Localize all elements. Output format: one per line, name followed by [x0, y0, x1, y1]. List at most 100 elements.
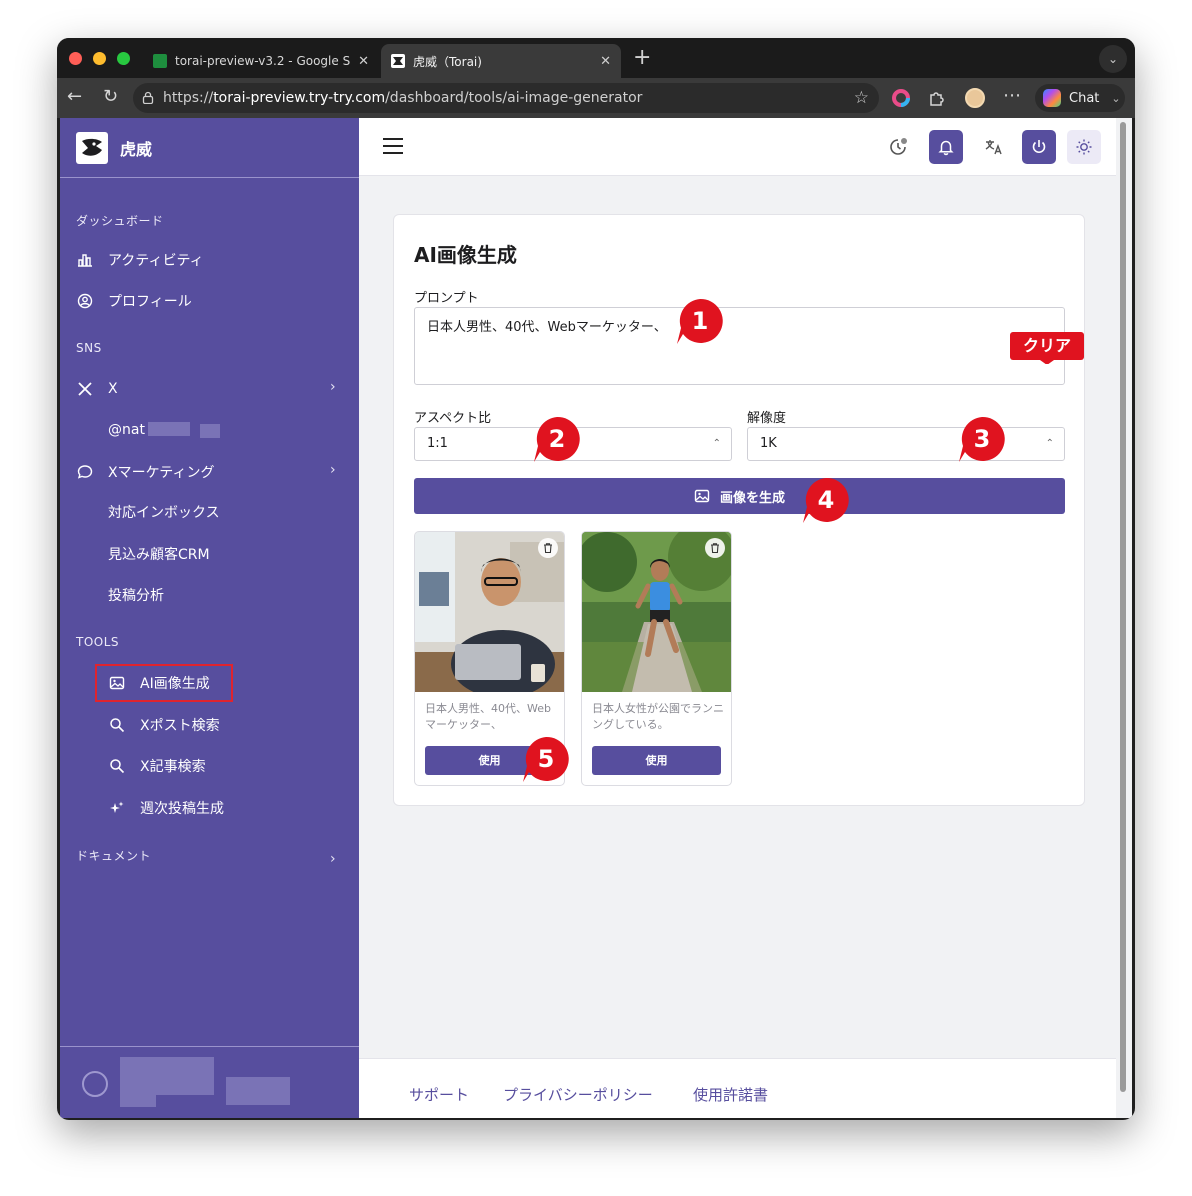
sidebar-item-x-account[interactable]: @nat [108, 416, 145, 444]
torai-logo-icon [76, 131, 108, 164]
color-extension-icon[interactable] [891, 88, 911, 108]
sidebar-item-x-article-search[interactable]: X記事検索 [108, 752, 206, 780]
annotation-marker-4: 4 [801, 475, 851, 525]
chevron-right-icon[interactable]: › [330, 379, 336, 395]
trash-icon [711, 543, 719, 554]
page-viewport: 虎威 ダッシュボード アクティビティ プロフィール SNS X › @nat X… [60, 118, 1132, 1118]
lock-icon [142, 91, 154, 104]
browser-toolbar: ← ↻ https://torai-preview.try-try.com/da… [57, 78, 1135, 118]
section-tools: TOOLS [76, 635, 120, 649]
generate-image-button[interactable]: 画像を生成 [414, 478, 1065, 514]
annotation-clear-tag: クリア [1010, 332, 1084, 365]
annotation-marker-5: 5 [521, 734, 571, 784]
extensions-puzzle-icon[interactable] [927, 88, 947, 108]
section-dashboard: ダッシュボード [76, 214, 164, 228]
sidebar: 虎威 ダッシュボード アクティビティ プロフィール SNS X › @nat X… [60, 118, 359, 1118]
redacted-user-name [120, 1057, 156, 1107]
image-icon [694, 489, 710, 503]
use-image-button[interactable]: 使用 [592, 746, 721, 775]
power-icon [1032, 140, 1046, 154]
brand[interactable]: 虎威 [60, 118, 359, 178]
chevron-down-icon: ⌄ [1111, 91, 1121, 105]
sidebar-item-weekly-posts[interactable]: 週次投稿生成 [108, 794, 224, 822]
delete-image-button[interactable] [538, 538, 558, 558]
redacted-account-name [200, 424, 220, 438]
sidebar-item-activity[interactable]: アクティビティ [76, 246, 204, 274]
trash-icon [544, 543, 552, 554]
history-settings-icon[interactable] [881, 130, 915, 164]
logout-button[interactable] [1022, 130, 1056, 164]
sidebar-item-x-post-search[interactable]: Xポスト検索 [108, 711, 220, 739]
search-icon [108, 716, 126, 734]
prompt-textarea[interactable]: 日本人男性、40代、Webマーケッター、 ✕ [414, 307, 1065, 385]
x-logo-icon [76, 380, 94, 398]
select-arrows-icon: ⌃ [1045, 438, 1054, 449]
tab-torai[interactable]: 虎威（Torai) ✕ [381, 44, 621, 78]
sheets-icon [153, 54, 167, 68]
redacted-user-name [226, 1077, 290, 1105]
annotation-marker-3: 3 [957, 414, 1007, 464]
back-arrow-icon[interactable]: ← [67, 87, 82, 107]
chevron-right-icon[interactable]: › [330, 851, 336, 867]
user-avatar-icon [82, 1071, 108, 1097]
sidebar-item-crm[interactable]: 見込み顧客CRM [108, 541, 210, 569]
bookmark-star-icon[interactable]: ☆ [854, 83, 869, 113]
reload-icon[interactable]: ↻ [103, 87, 118, 107]
image-caption: 日本人男性、40代、Webマーケッター、 [425, 702, 551, 731]
sidebar-item-ai-image[interactable]: AI画像生成 [95, 664, 233, 702]
bar-chart-icon [76, 251, 94, 269]
annotation-marker-2: 2 [532, 414, 582, 464]
bell-icon [938, 140, 954, 156]
address-bar[interactable]: https://torai-preview.try-try.com/dashbo… [133, 83, 879, 113]
delete-image-button[interactable] [705, 538, 725, 558]
footer-link-license[interactable]: 使用許諾書 [693, 1084, 768, 1105]
torai-favicon-icon [391, 54, 405, 68]
more-menu-icon[interactable]: ⋯ [1003, 86, 1021, 106]
page-title: AI画像生成 [414, 243, 517, 267]
select-arrows-icon: ⌃ [712, 438, 721, 449]
image-icon [108, 674, 126, 692]
chat-bubble-icon [76, 463, 94, 481]
annotation-marker-1: 1 [675, 296, 725, 346]
browser-window: torai-preview-v3.2 - Google Sheets ✕ 虎威（… [57, 38, 1135, 1120]
section-sns: SNS [76, 341, 102, 355]
close-tab-icon[interactable]: ✕ [358, 54, 369, 69]
prompt-label: プロンプト [414, 291, 479, 306]
footer-link-support[interactable]: サポート [409, 1084, 469, 1105]
page-footer: サポート プライバシーポリシー 使用許諾書 [359, 1058, 1116, 1118]
aspect-ratio-label: アスペクト比 [414, 411, 492, 426]
new-tab-icon[interactable]: + [633, 46, 651, 70]
copilot-chat-button[interactable]: Chat ⌄ [1035, 84, 1125, 112]
sidebar-item-x-marketing[interactable]: Xマーケティング [76, 458, 214, 486]
copilot-icon [1043, 89, 1061, 107]
search-icon [108, 757, 126, 775]
top-header [359, 118, 1116, 176]
tab-search-chevron-icon[interactable]: ⌄ [1099, 45, 1127, 73]
chevron-right-icon[interactable]: › [330, 462, 336, 478]
translate-icon[interactable] [977, 130, 1011, 164]
close-window-button[interactable] [69, 52, 82, 65]
tab-google-sheets[interactable]: torai-preview-v3.2 - Google Sheets ✕ [143, 44, 379, 78]
footer-link-privacy[interactable]: プライバシーポリシー [503, 1084, 653, 1105]
resolution-label: 解像度 [747, 411, 787, 426]
page-scrollbar[interactable] [1120, 122, 1126, 1092]
sidebar-item-x[interactable]: X [76, 375, 118, 403]
user-footer[interactable] [60, 1046, 359, 1118]
notifications-button[interactable] [929, 130, 963, 164]
generated-image-card: 日本人女性が公園でランニングしている。 使用 [581, 531, 732, 786]
sun-icon [1076, 139, 1092, 155]
maximize-window-button[interactable] [117, 52, 130, 65]
sidebar-item-post-analytics[interactable]: 投稿分析 [108, 582, 164, 610]
theme-toggle-button[interactable] [1067, 130, 1101, 164]
section-documents[interactable]: ドキュメント [76, 847, 151, 864]
image-caption: 日本人女性が公園でランニングしている。 [592, 702, 724, 731]
close-tab-icon[interactable]: ✕ [600, 54, 611, 69]
minimize-window-button[interactable] [93, 52, 106, 65]
sidebar-item-profile[interactable]: プロフィール [76, 287, 192, 315]
hamburger-menu-icon[interactable] [383, 138, 403, 154]
resolution-select[interactable]: 1K ⌃ [747, 427, 1065, 461]
ai-image-card: AI画像生成 プロンプト 日本人男性、40代、Webマーケッター、 ✕ アスペク… [393, 214, 1085, 806]
sidebar-item-inbox[interactable]: 対応インボックス [108, 499, 220, 527]
sparkles-icon [108, 799, 126, 817]
profile-avatar-icon[interactable] [965, 88, 985, 108]
